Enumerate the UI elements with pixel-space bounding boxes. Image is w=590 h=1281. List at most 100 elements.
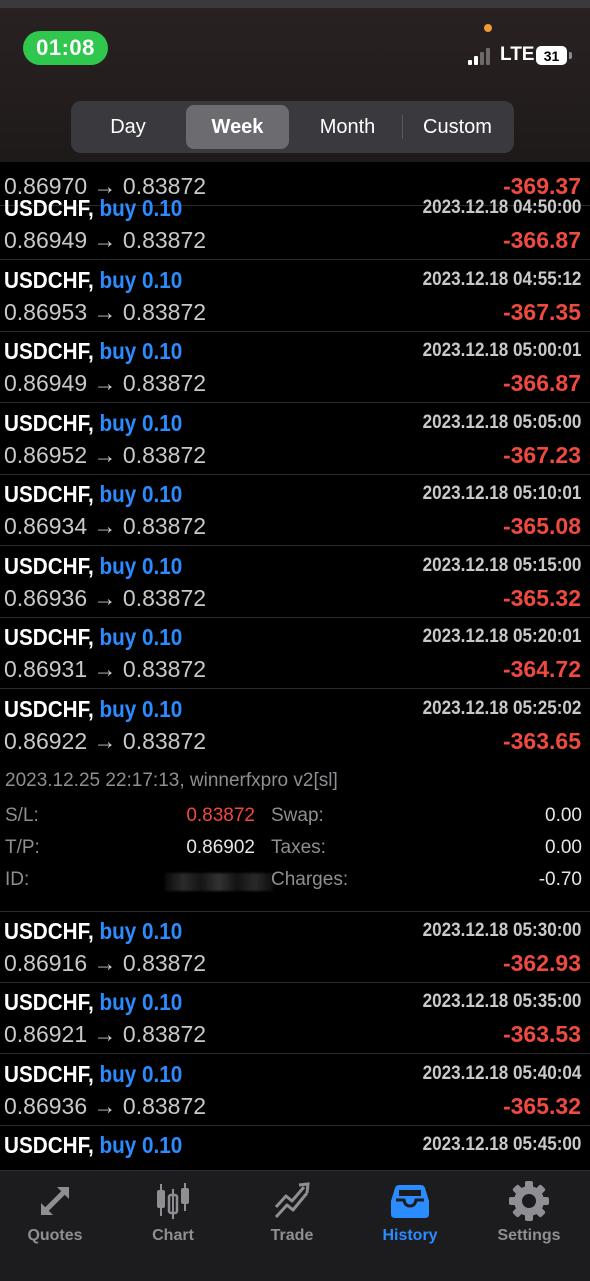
trade-prices: 0.86922 → 0.83872	[4, 728, 207, 754]
trade-symbol: USDCHF,	[4, 481, 94, 507]
trade-direction: buy 0.10	[99, 696, 183, 722]
trade-profit: -364.72	[502, 656, 581, 682]
trade-prices: 0.86949 → 0.83872	[4, 227, 207, 253]
trade-direction: buy 0.10	[99, 553, 183, 579]
trade-direction: buy 0.10	[99, 918, 183, 944]
tab-label: Chart	[152, 1227, 194, 1244]
trade-time: 2023.12.18 05:25:02	[422, 698, 581, 719]
trade-row[interactable]: USDCHF, buy 0.10 2023.12.18 05:05:00 0.8…	[0, 404, 590, 475]
trade-title: USDCHF, buy 0.10	[4, 1061, 182, 1088]
sl-label: S/L:	[5, 805, 39, 826]
trade-prices: 0.86934 → 0.83872	[4, 513, 207, 539]
trade-title: USDCHF, buy 0.10	[4, 1132, 182, 1159]
trade-history-list[interactable]: 0.86970 → 0.83872 -369.37 USDCHF, buy 0.…	[0, 0, 590, 1170]
trade-prices: 0.86921 → 0.83872	[4, 1021, 207, 1047]
trade-time: 2023.12.18 05:00:01	[422, 340, 581, 361]
trade-title: USDCHF, buy 0.10	[4, 918, 182, 945]
trade-row[interactable]: USDCHF, buy 0.10 2023.12.18 04:55:12 0.8…	[0, 261, 590, 332]
trade-profit: -367.35	[502, 299, 581, 325]
details-row-id: ID: Charges: -0.70	[0, 869, 590, 899]
trade-prices: 0.86949 → 0.83872	[4, 370, 207, 396]
trade-symbol: USDCHF,	[4, 195, 94, 221]
taxes-label: Taxes:	[271, 837, 326, 858]
trade-time: 2023.12.18 05:15:00	[422, 555, 581, 576]
trade-title: USDCHF, buy 0.10	[4, 338, 182, 365]
tab-month[interactable]: Month	[295, 105, 400, 149]
trade-row[interactable]: USDCHF, buy 0.10 2023.12.18 05:20:01 0.8…	[0, 618, 590, 689]
trade-symbol: USDCHF,	[4, 918, 94, 944]
privacy-indicator-dot	[484, 24, 492, 32]
period-selector: Day Week Month Custom	[71, 101, 514, 153]
trade-prices: 0.86936 → 0.83872	[4, 585, 207, 611]
trade-time: 2023.12.18 05:20:01	[422, 626, 581, 647]
trade-symbol: USDCHF,	[4, 1061, 94, 1087]
trade-time: 2023.12.18 04:55:12	[422, 269, 581, 290]
tab-settings[interactable]: Settings	[470, 1171, 588, 1281]
trade-direction: buy 0.10	[99, 624, 183, 650]
trade-title: USDCHF, buy 0.10	[4, 696, 182, 723]
trade-row[interactable]: USDCHF, buy 0.10 2023.12.18 05:45:00	[0, 1126, 590, 1170]
trade-direction: buy 0.10	[99, 481, 183, 507]
trade-profit: -365.32	[502, 1093, 581, 1119]
trade-row[interactable]: USDCHF, buy 0.10 2023.12.18 04:50:00 0.8…	[0, 189, 590, 260]
taxes-value: 0.00	[545, 837, 582, 858]
tab-day[interactable]: Day	[75, 105, 181, 149]
tab-week[interactable]: Week	[186, 105, 289, 149]
tp-label: T/P:	[5, 837, 40, 858]
redacted-id	[165, 873, 273, 891]
trade-row[interactable]: USDCHF, buy 0.10 2023.12.18 05:15:00 0.8…	[0, 547, 590, 618]
tab-history[interactable]: History	[351, 1171, 469, 1281]
trade-prices: 0.86931 → 0.83872	[4, 656, 207, 682]
tab-chart[interactable]: Chart	[114, 1171, 232, 1281]
trade-title: USDCHF, buy 0.10	[4, 410, 182, 437]
signal-icon	[468, 47, 494, 65]
tab-custom[interactable]: Custom	[405, 105, 510, 149]
trade-symbol: USDCHF,	[4, 553, 94, 579]
trade-symbol: USDCHF,	[4, 989, 94, 1015]
trade-row[interactable]: USDCHF, buy 0.10 2023.12.18 05:40:04 0.8…	[0, 1055, 590, 1126]
top-edge	[0, 0, 590, 8]
trade-row[interactable]: USDCHF, buy 0.10 2023.12.18 05:10:01 0.8…	[0, 475, 590, 546]
trade-prices: 0.86953 → 0.83872	[4, 299, 207, 325]
tab-label: Settings	[497, 1227, 561, 1244]
trade-title: USDCHF, buy 0.10	[4, 553, 182, 580]
row-divider	[0, 688, 590, 689]
status-time: 01:08	[23, 31, 108, 65]
swap-label: Swap:	[271, 805, 324, 826]
trade-direction: buy 0.10	[99, 195, 183, 221]
trade-time: 2023.12.18 05:45:00	[422, 1134, 581, 1155]
close-info: 2023.12.25 22:17:13, winnerfxpro v2[sl]	[5, 770, 338, 791]
swap-value: 0.00	[545, 805, 582, 826]
header: 01:08 LTE 31 Day Week Month Custom	[0, 0, 590, 162]
id-label: ID:	[5, 869, 30, 890]
trade-direction: buy 0.10	[99, 1132, 183, 1158]
charges-value: -0.70	[538, 869, 582, 890]
trade-prices: 0.86952 → 0.83872	[4, 442, 207, 468]
tab-trade[interactable]: Trade	[233, 1171, 351, 1281]
trade-symbol: USDCHF,	[4, 267, 94, 293]
trade-row[interactable]: USDCHF, buy 0.10 2023.12.18 05:00:01 0.8…	[0, 332, 590, 403]
trade-direction: buy 0.10	[99, 267, 183, 293]
row-divider	[0, 1053, 590, 1054]
bottom-tab-bar: Quotes Chart Trade History Settings	[0, 1170, 590, 1281]
trade-row[interactable]: USDCHF, buy 0.10 2023.12.18 05:35:00 0.8…	[0, 983, 590, 1054]
trade-details-panel: 2023.12.25 22:17:13, winnerfxpro v2[sl] …	[0, 760, 590, 912]
segment-divider	[402, 115, 403, 139]
trade-icon	[274, 1182, 310, 1219]
trade-time: 2023.12.18 05:35:00	[422, 991, 581, 1012]
trade-symbol: USDCHF,	[4, 696, 94, 722]
history-icon	[391, 1185, 429, 1218]
trade-profit: -366.87	[502, 370, 581, 396]
settings-icon	[509, 1181, 549, 1221]
tab-quotes[interactable]: Quotes	[0, 1171, 114, 1281]
trade-direction: buy 0.10	[99, 989, 183, 1015]
trade-direction: buy 0.10	[99, 1061, 183, 1087]
tab-label: Quotes	[27, 1227, 83, 1244]
trade-row[interactable]: USDCHF, buy 0.10 2023.12.18 05:30:00 0.8…	[0, 912, 590, 983]
row-divider	[0, 402, 590, 403]
trade-title: USDCHF, buy 0.10	[4, 989, 182, 1016]
trade-prices: 0.86936 → 0.83872	[4, 1093, 207, 1119]
trade-row-expanded[interactable]: USDCHF, buy 0.10 2023.12.18 05:25:02 0.8…	[0, 690, 590, 761]
trade-prices: 0.86916 → 0.83872	[4, 950, 207, 976]
trade-profit: -362.93	[502, 950, 581, 976]
